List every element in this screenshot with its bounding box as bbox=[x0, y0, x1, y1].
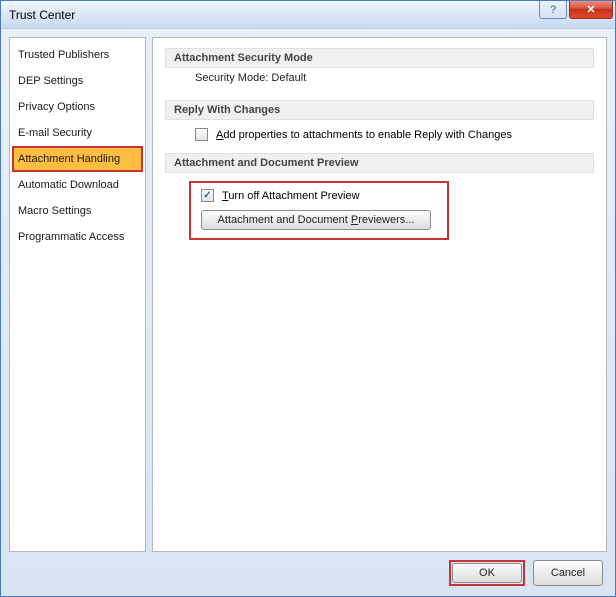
panes: Trusted Publishers DEP Settings Privacy … bbox=[9, 37, 607, 552]
ok-highlight: OK bbox=[449, 560, 525, 586]
section-header-reply-changes: Reply With Changes bbox=[165, 100, 594, 120]
turn-off-preview-checkbox[interactable] bbox=[201, 189, 214, 202]
sidebar-item-automatic-download[interactable]: Automatic Download bbox=[12, 172, 143, 198]
titlebar: Trust Center ? ✕ bbox=[1, 1, 615, 29]
reply-changes-label: Add properties to attachments to enable … bbox=[216, 129, 512, 141]
window-title: Trust Center bbox=[9, 8, 75, 22]
sidebar-item-email-security[interactable]: E-mail Security bbox=[12, 120, 143, 146]
turn-off-preview-label: Turn off Attachment Preview bbox=[222, 190, 360, 202]
close-icon: ✕ bbox=[586, 3, 595, 16]
ok-button[interactable]: OK bbox=[452, 563, 522, 583]
section-security-mode: Attachment Security Mode Security Mode: … bbox=[165, 48, 594, 88]
trust-center-window: Trust Center ? ✕ Trusted Publishers DEP … bbox=[0, 0, 616, 597]
previewers-button[interactable]: Attachment and Document Previewers... bbox=[201, 210, 431, 230]
section-header-preview: Attachment and Document Preview bbox=[165, 153, 594, 173]
sidebar: Trusted Publishers DEP Settings Privacy … bbox=[9, 37, 146, 552]
section-reply-changes: Reply With Changes Add properties to att… bbox=[165, 100, 594, 141]
help-button[interactable]: ? bbox=[539, 1, 567, 19]
content-pane: Attachment Security Mode Security Mode: … bbox=[152, 37, 607, 552]
sidebar-item-attachment-handling[interactable]: Attachment Handling bbox=[12, 146, 143, 172]
close-button[interactable]: ✕ bbox=[569, 1, 613, 19]
cancel-button[interactable]: Cancel bbox=[533, 560, 603, 586]
sidebar-item-programmatic-access[interactable]: Programmatic Access bbox=[12, 224, 143, 250]
titlebar-buttons: ? ✕ bbox=[539, 1, 613, 19]
reply-changes-checkbox-row[interactable]: Add properties to attachments to enable … bbox=[165, 128, 594, 141]
sidebar-item-trusted-publishers[interactable]: Trusted Publishers bbox=[12, 42, 143, 68]
footer: OK Cancel bbox=[9, 558, 607, 588]
security-mode-value: Security Mode: Default bbox=[165, 68, 594, 88]
reply-changes-checkbox[interactable] bbox=[195, 128, 208, 141]
section-header-security-mode: Attachment Security Mode bbox=[165, 48, 594, 68]
section-preview: Attachment and Document Preview Turn off… bbox=[165, 153, 594, 240]
body-area: Trusted Publishers DEP Settings Privacy … bbox=[1, 29, 615, 596]
preview-highlight-group: Turn off Attachment Preview Attachment a… bbox=[189, 181, 449, 240]
sidebar-item-macro-settings[interactable]: Macro Settings bbox=[12, 198, 143, 224]
turn-off-preview-row[interactable]: Turn off Attachment Preview bbox=[197, 189, 441, 202]
sidebar-item-dep-settings[interactable]: DEP Settings bbox=[12, 68, 143, 94]
sidebar-item-privacy-options[interactable]: Privacy Options bbox=[12, 94, 143, 120]
